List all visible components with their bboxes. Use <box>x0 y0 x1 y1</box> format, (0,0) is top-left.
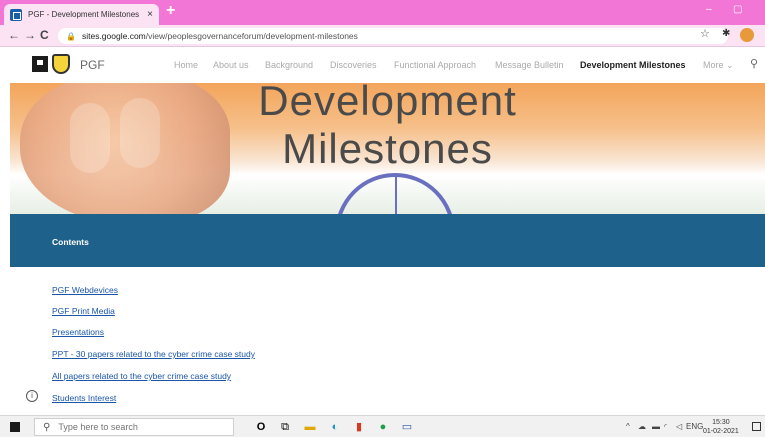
emblem-logo-icon[interactable] <box>52 54 70 74</box>
new-tab-button[interactable]: + <box>166 2 175 20</box>
clock-date: 01-02-2021 <box>703 428 739 435</box>
nav-discoveries[interactable]: Discoveries <box>330 60 377 70</box>
search-icon: ⚲ <box>43 421 51 433</box>
url-text: sites.google.com/view/peoplesgovernancef… <box>82 31 358 41</box>
nav-message-bulletin[interactable]: Message Bulletin <box>495 60 564 70</box>
ashoka-chakra-icon <box>335 173 455 214</box>
page-title-line1: Development <box>258 83 517 124</box>
site-name[interactable]: PGF <box>80 58 105 72</box>
address-bar[interactable]: 🔒 sites.google.com/view/peoplesgovernanc… <box>58 28 728 44</box>
task-view-icon[interactable]: ⧉ <box>278 420 292 434</box>
nav-background[interactable]: Background <box>265 60 313 70</box>
edge-icon[interactable]: ◐ <box>328 420 342 434</box>
nav-functional-approach[interactable]: Functional Approach <box>394 60 476 70</box>
nav-home[interactable]: Home <box>174 60 198 70</box>
wifi-icon[interactable]: ◜ <box>664 422 667 431</box>
link-pgf-print-media[interactable]: PGF Print Media <box>52 306 115 316</box>
taskbar-search-input[interactable] <box>58 422 219 432</box>
page-title-line2: Milestones <box>282 125 493 172</box>
search-icon[interactable]: ⚲ <box>750 57 758 70</box>
network-icon[interactable]: ☁ <box>638 422 646 431</box>
nav-more[interactable]: More ⌄ <box>703 60 734 71</box>
google-sites-icon <box>10 8 22 21</box>
pgf-logo-icon[interactable] <box>32 56 48 72</box>
browser-toolbar: ← → C 🔒 sites.google.com/view/peoplesgov… <box>0 25 765 47</box>
lock-icon: 🔒 <box>66 31 76 41</box>
clock-time: 15:30 <box>712 419 730 426</box>
browser-tab-bar: PGF - Development Milestones × + – ▢ <box>0 0 765 25</box>
nav-development-milestones[interactable]: Development Milestones <box>580 60 686 70</box>
browser-tab[interactable]: PGF - Development Milestones × <box>4 4 159 25</box>
url-host: sites.google.com <box>81 31 146 41</box>
windows-taskbar: ⚲ O ⧉ ▬ ◐ ▮ ● ▭ ^ ☁ ▬ ◜ ◁ ENG 15:30 01-0… <box>0 415 765 437</box>
bookmark-star-icon[interactable]: ☆ <box>700 27 710 40</box>
forward-icon[interactable]: → <box>24 28 36 42</box>
link-ppt-30-papers[interactable]: PPT - 30 papers related to the cyber cri… <box>52 349 255 359</box>
chrome-icon[interactable]: ● <box>376 420 390 434</box>
cortana-icon[interactable]: O <box>254 420 268 434</box>
taskbar-search[interactable]: ⚲ <box>34 418 234 436</box>
file-explorer-icon[interactable]: ▬ <box>303 420 317 434</box>
close-tab-icon[interactable]: × <box>147 9 153 20</box>
maximize-icon[interactable]: ▢ <box>733 4 742 15</box>
battery-icon[interactable]: ▬ <box>652 422 660 431</box>
volume-icon[interactable]: ◁ <box>676 422 682 431</box>
nav-about-us[interactable]: About us <box>213 60 249 70</box>
contents-section: Contents <box>10 214 765 267</box>
site-header: PGF Home About us Background Discoveries… <box>0 47 765 83</box>
link-presentations[interactable]: Presentations <box>52 327 104 337</box>
windows-start-icon[interactable] <box>10 422 20 432</box>
word-icon[interactable]: ▭ <box>400 420 414 434</box>
extensions-icon[interactable]: ✱ <box>722 28 730 39</box>
link-all-papers[interactable]: All papers related to the cyber crime ca… <box>52 371 231 381</box>
notifications-icon[interactable] <box>752 422 761 431</box>
hero-banner: Development Milestones <box>10 83 765 214</box>
link-students-interest[interactable]: Students Interest <box>52 393 116 403</box>
clock[interactable]: 15:30 01-02-2021 <box>703 418 739 436</box>
minimize-icon[interactable]: – <box>706 4 712 15</box>
link-pgf-webdevices[interactable]: PGF Webdevices <box>52 285 118 295</box>
tray-chevron-icon[interactable]: ^ <box>626 422 630 431</box>
office-icon[interactable]: ▮ <box>352 420 366 434</box>
back-icon[interactable]: ← <box>8 28 20 42</box>
reload-icon[interactable]: C <box>40 28 49 42</box>
contents-heading: Contents <box>52 237 89 247</box>
info-icon[interactable]: i <box>26 390 38 402</box>
language-indicator[interactable]: ENG <box>686 422 703 431</box>
tab-title: PGF - Development Milestones <box>28 10 140 19</box>
profile-avatar[interactable] <box>740 28 754 42</box>
url-path: /view/peoplesgovernanceforum/development… <box>145 31 358 41</box>
